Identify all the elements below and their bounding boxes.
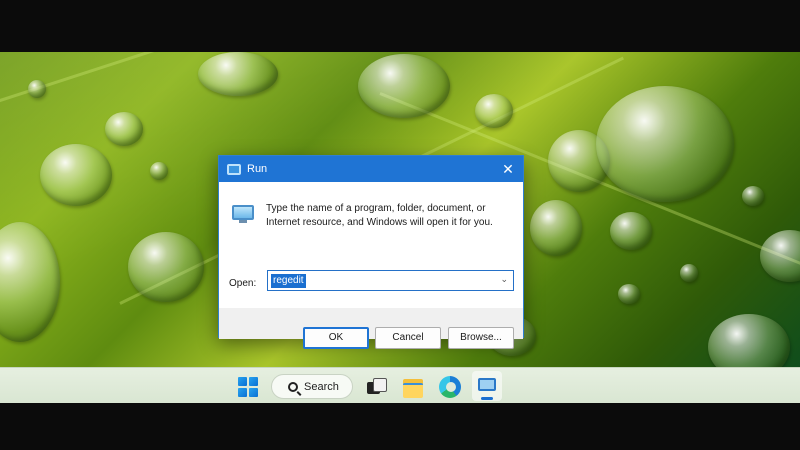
cancel-button[interactable]: Cancel [375,327,441,349]
run-dialog-footer: OK Cancel Browse... [219,308,523,349]
water-drop [708,314,790,367]
open-label-text: Open: [229,278,257,289]
water-drop [28,80,46,98]
run-dialog: Run ✕ Type the name of a program, folder… [218,155,524,349]
water-drop [680,264,698,282]
ok-button[interactable]: OK [303,327,369,349]
taskbar: Search [0,367,800,403]
browse-button[interactable]: Browse... [448,327,514,349]
task-view-icon[interactable] [365,376,387,398]
water-drop [610,212,652,250]
water-drop [105,112,143,146]
edge-icon[interactable] [439,376,461,398]
search-icon [288,381,298,392]
water-drop [760,230,800,282]
file-explorer-icon[interactable] [402,376,424,398]
run-app-screen-glyph [478,378,496,391]
dialog-description: Type the name of a program, folder, docu… [266,203,493,228]
water-drop [530,200,582,256]
chevron-down-icon[interactable]: ⌄ [500,274,508,285]
water-drop [40,144,112,206]
windows-start-icon[interactable] [238,377,258,397]
search-label: Search [304,380,339,393]
run-titlebar[interactable]: Run ✕ [219,156,523,182]
water-drop [0,222,60,342]
water-drop [596,86,734,202]
active-app-indicator [481,397,493,400]
close-button[interactable]: ✕ [499,160,517,178]
water-drop [128,232,204,302]
open-combobox[interactable]: regedit ⌄ [267,270,514,291]
letterbox-bottom [0,403,800,450]
taskbar-search-button[interactable]: Search [271,374,353,399]
open-label: Open: [229,278,256,289]
water-drop [198,52,278,96]
open-input-value[interactable]: regedit [271,273,306,288]
letterbox-top [0,0,800,52]
run-icon [227,163,241,175]
dialog-title: Run [247,163,268,175]
water-drop [618,284,640,304]
run-dialog-body: Type the name of a program, folder, docu… [219,182,523,308]
run-program-icon [232,205,254,223]
water-drop [742,186,764,206]
water-drop [475,94,513,128]
water-drop [358,54,450,118]
run-app-icon[interactable] [472,371,502,401]
water-drop [150,162,168,180]
